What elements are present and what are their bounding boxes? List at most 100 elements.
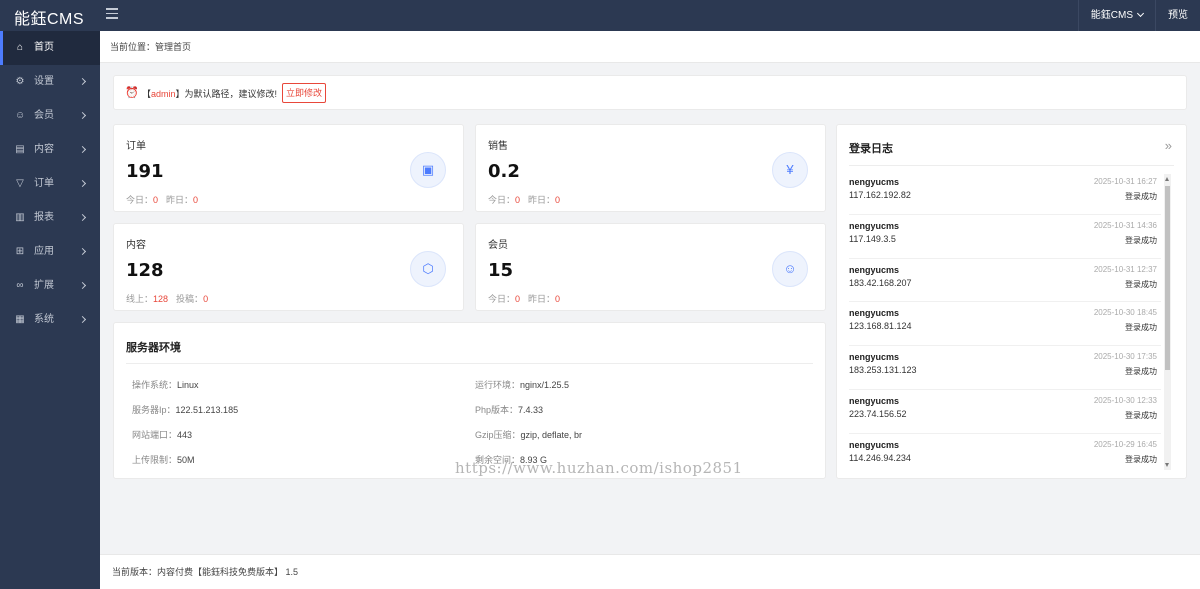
user-icon: ☺ <box>15 110 26 121</box>
sidebar-item-reports[interactable]: ▥ 报表 <box>0 201 100 235</box>
watermark-text: https://www.huzhan.com/ishop2851 <box>455 459 743 477</box>
user-menu-dropdown[interactable]: 能鈺CMS <box>1077 0 1155 31</box>
log-user: nengyucms <box>849 439 900 450</box>
log-ip: 123.168.81.124 <box>849 321 912 332</box>
stat-label-today: 今日： <box>488 294 516 304</box>
log-time: 2025-10-29 16:45 <box>1093 439 1157 449</box>
stat-label-yesterday: 昨日： <box>528 195 556 205</box>
log-time: 2025-10-31 12:37 <box>1093 264 1157 274</box>
stat-value: 0.2 <box>488 161 520 182</box>
stat-value-submitted: 0 <box>203 294 209 304</box>
stat-label-today: 今日： <box>126 195 154 205</box>
log-status: 登录成功 <box>1125 410 1157 420</box>
login-log-list: nengyucms 117.162.192.82 2025-10-31 16:27 登… <box>849 171 1161 469</box>
log-ip: 117.149.3.5 <box>849 233 896 244</box>
stat-title: 订单 <box>126 141 146 152</box>
apps-icon: ⊞ <box>15 246 25 257</box>
sidebar-item-system[interactable]: ▦ 系统 <box>0 303 100 337</box>
gear-icon: ⚙ <box>15 76 25 87</box>
info-key: Php版本： <box>475 405 519 415</box>
filter-icon: ▽ <box>16 178 24 189</box>
server-env-panel: 服务器环境 操作系统：Linux 运行环境：nginx/1.25.5 服务器Ip… <box>113 322 826 479</box>
log-user: nengyucms <box>849 352 900 363</box>
menu-toggle-icon[interactable] <box>106 8 118 22</box>
stat-value-yesterday: 0 <box>555 195 561 205</box>
log-ip: 183.253.131.123 <box>849 365 917 376</box>
sidebar-item-orders[interactable]: ▽ 订单 <box>0 167 100 201</box>
sidebar-item-settings[interactable]: ⚙ 设置 <box>0 65 100 99</box>
info-key: 服务器Ip： <box>132 405 176 415</box>
stat-value-today: 0 <box>515 195 521 205</box>
app-logo: 能鈺CMS <box>14 11 85 28</box>
alert-suffix: 】为默认路径，建议修改! <box>175 89 278 99</box>
sidebar-item-label: 会员 <box>34 110 54 121</box>
log-user: nengyucms <box>849 264 900 275</box>
stat-sub: 今日：0 昨日：0 <box>488 292 568 305</box>
alarm-icon: ⏰ <box>125 87 139 99</box>
stat-value: 15 <box>488 260 514 281</box>
sidebar-item-label: 设置 <box>34 76 54 87</box>
server-gzip-row: Gzip压缩：gzip, deflate, br <box>475 428 582 441</box>
sidebar-item-label: 订单 <box>34 178 54 189</box>
chevron-right-icon <box>78 315 87 324</box>
chevron-right-icon <box>78 111 87 120</box>
log-time: 2025-10-30 18:45 <box>1093 308 1157 318</box>
footer-version: 当前版本：内容付费【能鈺科技免费版本】 1.5 <box>100 554 1200 589</box>
stat-value: 128 <box>126 260 164 281</box>
log-user: nengyucms <box>849 220 900 231</box>
scroll-down-icon[interactable] <box>1165 463 1169 467</box>
sidebar: ⌂ 首页 ⚙ 设置 ☺ 会员 ▤ 内容 ▽ 订单 ▥ 报表 ⊞ 应用 ∞ 扩展 … <box>0 31 100 589</box>
sidebar-item-members[interactable]: ☺ 会员 <box>0 99 100 133</box>
chevron-right-icon <box>78 213 87 222</box>
double-chevron-right-icon[interactable]: » <box>1165 138 1172 153</box>
log-ip: 114.246.94.234 <box>849 452 911 463</box>
chevron-right-icon <box>78 281 87 290</box>
log-status: 登录成功 <box>1125 323 1157 333</box>
stat-title: 销售 <box>488 141 508 152</box>
user-menu-label: 能鈺CMS <box>1090 10 1133 21</box>
sidebar-item-extensions[interactable]: ∞ 扩展 <box>0 269 100 303</box>
log-user: nengyucms <box>849 177 900 187</box>
info-value: 122.51.213.185 <box>175 405 239 415</box>
sidebar-item-apps[interactable]: ⊞ 应用 <box>0 235 100 269</box>
system-icon: ▦ <box>15 314 25 325</box>
link-icon: ∞ <box>16 280 24 291</box>
fix-now-button[interactable]: 立即修改 <box>282 83 326 103</box>
chevron-down-icon <box>1136 9 1145 18</box>
divider <box>849 165 1174 166</box>
top-right-menu: 能鈺CMS 预览 <box>1077 0 1200 31</box>
top-navbar: 能鈺CMS 能鈺CMS 预览 <box>0 0 1200 31</box>
list-item: nengyucms 117.149.3.5 2025-10-31 14:36 登录成功 <box>849 215 1161 259</box>
stat-label-submitted: 投稿： <box>176 294 204 304</box>
stat-card-members: 会员 15 今日：0 昨日：0 ☺ <box>475 223 826 311</box>
layout-icon: ▤ <box>15 144 25 155</box>
stat-label-yesterday: 昨日： <box>528 294 556 304</box>
sidebar-item-content[interactable]: ▤ 内容 <box>0 133 100 167</box>
info-value: gzip, deflate, br <box>520 430 583 440</box>
server-ip-row: 服务器Ip：122.51.213.185 <box>132 403 238 416</box>
log-time: 2025-10-31 14:36 <box>1093 220 1157 230</box>
stat-value-today: 0 <box>153 195 159 205</box>
sidebar-item-label: 系统 <box>34 314 54 325</box>
log-status: 登录成功 <box>1125 235 1157 245</box>
stat-value-yesterday: 0 <box>555 294 561 304</box>
stat-card-orders: 订单 191 今日：0 昨日：0 ▣ <box>113 124 464 212</box>
bar-chart-icon: ▥ <box>15 212 25 223</box>
sidebar-item-home[interactable]: ⌂ 首页 <box>0 31 100 65</box>
list-item: nengyucms 123.168.81.124 2025-10-30 18:45 登… <box>849 302 1161 347</box>
login-log-scrollbar[interactable] <box>1164 174 1171 470</box>
info-value: 50M <box>177 455 195 465</box>
scroll-up-icon[interactable] <box>1165 177 1169 181</box>
list-item: nengyucms 183.42.168.207 2025-10-31 12:37 登… <box>849 259 1161 303</box>
sidebar-item-label: 应用 <box>34 246 54 257</box>
info-key: 上传限制： <box>132 455 178 465</box>
log-status: 登录成功 <box>1125 279 1157 289</box>
breadcrumb: 当前位置：管理首页 <box>100 31 1200 63</box>
preview-button[interactable]: 预览 <box>1155 0 1200 31</box>
info-value: 7.4.33 <box>518 405 544 415</box>
security-alert: ⏰ 【admin】为默认路径，建议修改! 立即修改 <box>113 75 1187 110</box>
info-key: Gzip压缩： <box>475 430 521 440</box>
scroll-thumb[interactable] <box>1165 186 1170 370</box>
log-ip: 183.42.168.207 <box>849 277 912 288</box>
list-item: nengyucms 117.162.192.82 2025-10-31 16:27 登… <box>849 171 1161 215</box>
